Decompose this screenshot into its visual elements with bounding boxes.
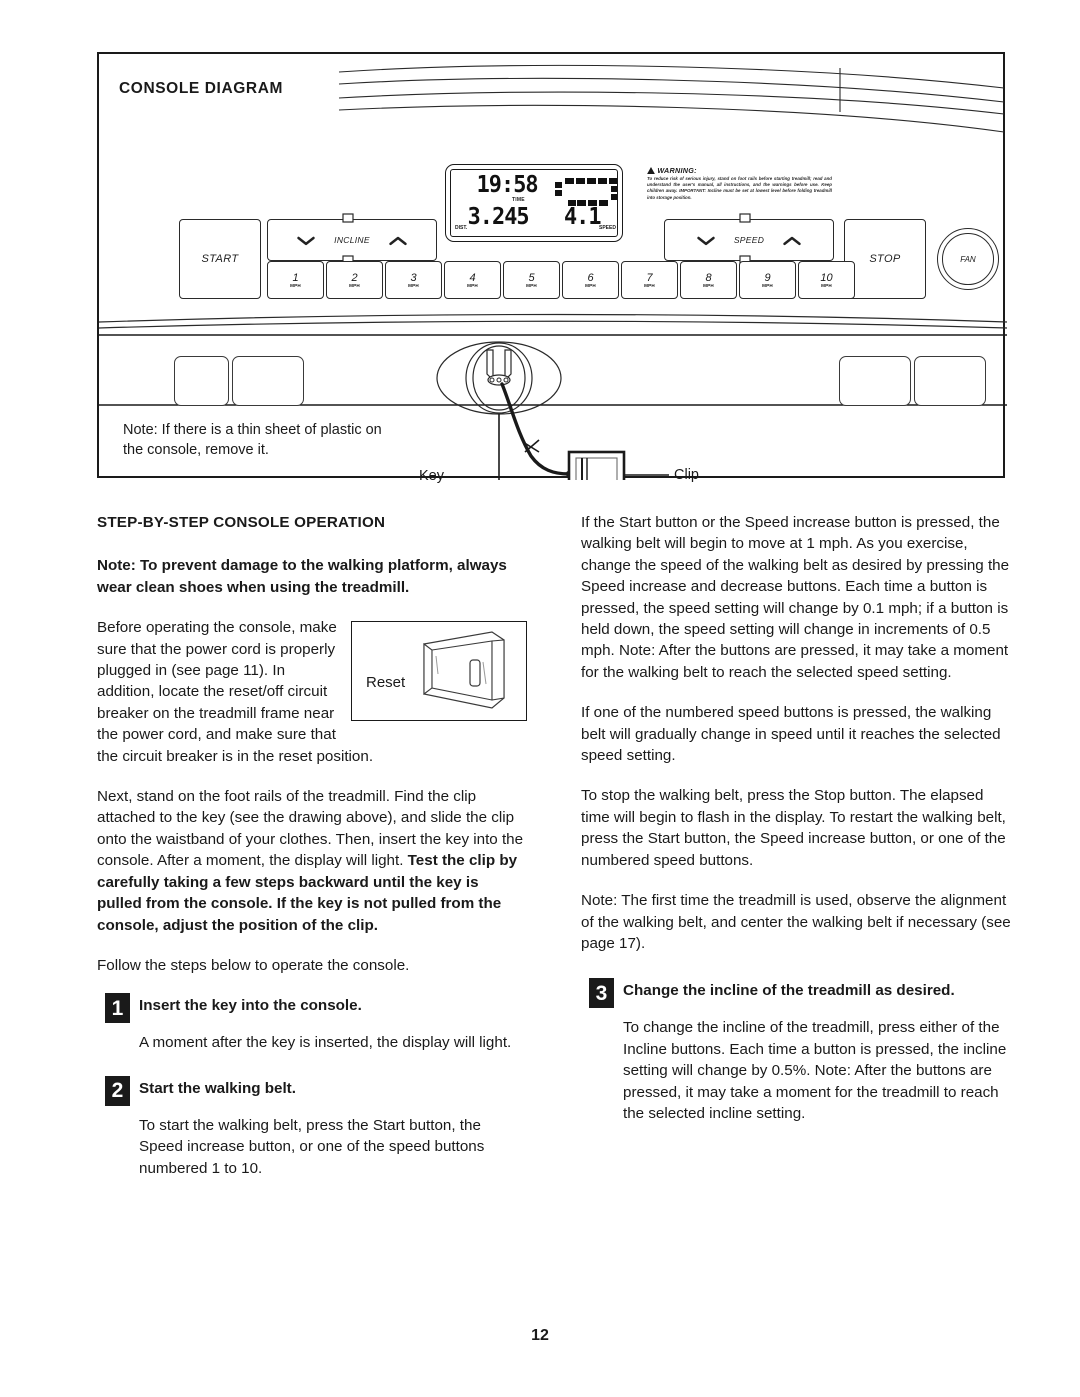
console-plastic-note: Note: If there is a thin sheet of plasti…: [123, 422, 382, 458]
speed-button-3-unit: MPH: [408, 283, 419, 288]
speed-button-5[interactable]: 5 MPH: [503, 261, 560, 299]
key-callout-label: Key: [419, 468, 444, 484]
section-heading: STEP-BY-STEP CONSOLE OPERATION: [97, 514, 386, 531]
incline-rocker[interactable]: INCLINE: [267, 219, 437, 261]
step-3: 3 Change the incline of the treadmill as…: [581, 978, 1011, 1009]
speed-button-1-unit: MPH: [290, 283, 301, 288]
speed-button-7[interactable]: 7 MPH: [621, 261, 678, 299]
speed-button-4-unit: MPH: [467, 283, 478, 288]
step-1-body: A moment after the key is inserted, the …: [139, 1034, 512, 1052]
start-button[interactable]: START: [179, 219, 261, 299]
speed-button-8-unit: MPH: [703, 283, 714, 288]
lcd-distance-value: 3.245: [467, 204, 530, 230]
page-number: 12: [531, 1327, 549, 1344]
clean-shoes-note: Note: To prevent damage to the walking p…: [97, 557, 507, 596]
chevron-up-icon[interactable]: [388, 235, 408, 246]
left-text-column: STEP-BY-STEP CONSOLE OPERATION Note: To …: [97, 512, 527, 1203]
speed-button-2-unit: MPH: [349, 283, 360, 288]
step-3-body: To change the incline of the treadmill, …: [623, 1019, 1007, 1122]
step-2-body: To start the walking belt, press the Sta…: [139, 1116, 485, 1177]
step-2-badge: 2: [105, 1075, 130, 1106]
start-speed-paragraph: If the Start button or the Speed increas…: [581, 514, 1010, 681]
speed-button-1[interactable]: 1 MPH: [267, 261, 324, 299]
chevron-down-icon[interactable]: [296, 235, 316, 246]
step-3-title: Change the incline of the treadmill as d…: [623, 982, 955, 1000]
speed-button-10-unit: MPH: [821, 283, 832, 288]
next-steps-paragraph: Next, stand on the foot rails of the tre…: [97, 786, 527, 936]
speed-rocker[interactable]: SPEED: [664, 219, 834, 261]
speed-button-5-unit: MPH: [526, 283, 537, 288]
warning-heading-row: WARNING:: [647, 166, 832, 175]
lcd-speed-value: 4.1: [563, 204, 602, 230]
lcd-display: 19:58 TIME DIST. 3.245 4.1 SPEED: [445, 164, 623, 242]
lcd-speed-label: SPEED: [599, 225, 616, 231]
speed-button-9-unit: MPH: [762, 283, 773, 288]
speed-button-6-unit: MPH: [585, 283, 596, 288]
speed-button-6[interactable]: 6 MPH: [562, 261, 619, 299]
speed-button-2[interactable]: 2 MPH: [326, 261, 383, 299]
console-diagram-figure: CONSOLE DIAGRAM 19:58 TIME DIST. 3.245 4…: [97, 52, 1007, 484]
lcd-time-value: 19:58: [476, 172, 539, 198]
manual-page: CONSOLE DIAGRAM 19:58 TIME DIST. 3.245 4…: [0, 0, 1080, 1397]
before-operating-block: Reset Before operating the console, make…: [97, 617, 527, 767]
warning-body: To reduce risk of serious injury, stand …: [647, 176, 832, 200]
circuit-breaker-drawing: [423, 631, 505, 709]
numbered-speed-paragraph: If one of the numbered speed buttons is …: [581, 704, 1001, 765]
follow-steps-paragraph: Follow the steps below to operate the co…: [97, 956, 410, 974]
speed-button-10[interactable]: 10 MPH: [798, 261, 855, 299]
step-3-badge: 3: [589, 978, 614, 1009]
step-1-badge: 1: [105, 993, 130, 1024]
right-text-column: If the Start button or the Speed increas…: [581, 512, 1011, 1148]
speed-button-9[interactable]: 9 MPH: [739, 261, 796, 299]
speed-button-3[interactable]: 3 MPH: [385, 261, 442, 299]
speed-button-7-unit: MPH: [644, 283, 655, 288]
clip-callout-label: Clip: [674, 467, 699, 483]
incline-label: INCLINE: [334, 235, 370, 245]
start-button-label: START: [201, 253, 239, 265]
reset-breaker-figure: Reset: [351, 621, 527, 722]
stop-belt-paragraph: To stop the walking belt, press the Stop…: [581, 787, 1006, 869]
warning-triangle-icon: [647, 167, 655, 174]
stop-button-label: STOP: [869, 253, 901, 265]
speed-label: SPEED: [733, 235, 765, 245]
warning-heading: WARNING:: [657, 166, 697, 175]
chevron-down-icon[interactable]: [696, 235, 716, 246]
chevron-up-icon[interactable]: [782, 235, 802, 246]
lcd-distance-label: DIST.: [455, 225, 468, 231]
step-2: 2 Start the walking belt.: [97, 1075, 527, 1106]
alignment-note-paragraph: Note: The first time the treadmill is us…: [581, 892, 1011, 952]
speed-button-4[interactable]: 4 MPH: [444, 261, 501, 299]
fan-button-label: FAN: [960, 254, 976, 264]
step-1: 1 Insert the key into the console.: [97, 993, 527, 1024]
warning-decal: WARNING: To reduce risk of serious injur…: [647, 166, 832, 201]
step-2-title: Start the walking belt.: [139, 1079, 296, 1097]
step-1-title: Insert the key into the console.: [139, 997, 362, 1015]
fan-button[interactable]: FAN: [937, 228, 999, 290]
lcd-time-label: TIME: [512, 197, 525, 203]
speed-button-8[interactable]: 8 MPH: [680, 261, 737, 299]
stop-button[interactable]: STOP: [844, 219, 926, 299]
